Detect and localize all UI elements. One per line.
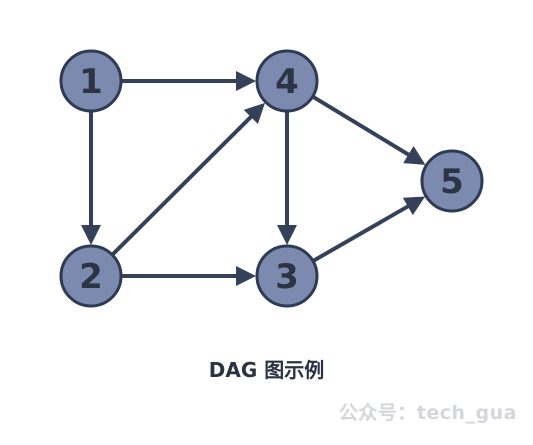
node-label: 2 <box>79 257 103 297</box>
diagram-caption: DAG 图示例 <box>208 358 325 382</box>
edge-1-to-4 <box>121 71 256 91</box>
arrowhead-icon <box>277 225 297 245</box>
node-1: 1 <box>59 49 123 113</box>
edge-2-to-3 <box>121 266 256 286</box>
watermark-text: 公众号：tech_gua <box>338 402 517 424</box>
edge-line <box>312 203 411 263</box>
node-label: 4 <box>275 62 299 102</box>
arrowhead-icon <box>81 225 101 245</box>
edge-4-to-3 <box>277 111 297 245</box>
node-label: 5 <box>440 162 464 202</box>
edges-layer <box>81 71 426 286</box>
nodes-layer: 1 2 3 4 5 <box>59 49 484 308</box>
arrowhead-icon <box>236 71 256 91</box>
edge-2-to-4 <box>110 102 266 257</box>
edge-1-to-2 <box>81 111 101 245</box>
node-label: 3 <box>275 257 299 297</box>
edge-3-to-5 <box>312 196 426 263</box>
node-5: 5 <box>420 149 484 213</box>
node-3: 3 <box>255 244 319 308</box>
edge-line <box>311 94 412 158</box>
arrowhead-icon <box>236 266 256 286</box>
edge-line <box>110 114 254 257</box>
node-2: 2 <box>59 244 123 308</box>
edge-4-to-5 <box>311 94 426 165</box>
node-4: 4 <box>255 49 319 113</box>
node-label: 1 <box>79 62 103 102</box>
